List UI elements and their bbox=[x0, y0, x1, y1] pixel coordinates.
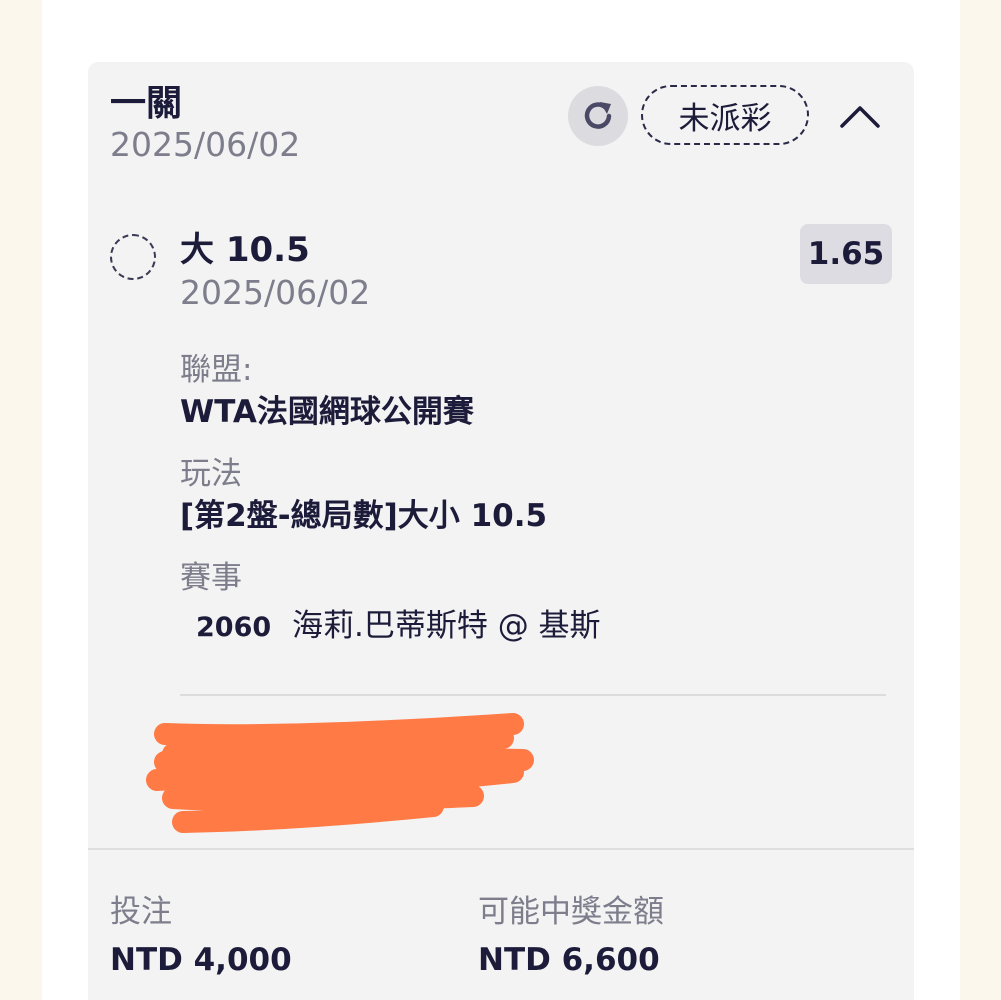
payout-label: 可能中獎金額 bbox=[478, 894, 664, 930]
league-value: WTA法國網球公開賽 bbox=[180, 394, 474, 430]
selection-radio[interactable] bbox=[110, 234, 156, 280]
selection-date: 2025/06/02 bbox=[180, 273, 371, 312]
payout-value: NTD 6,600 bbox=[478, 942, 660, 978]
selection-name: 大 10.5 bbox=[180, 230, 310, 270]
event-id: 2060 bbox=[196, 612, 272, 643]
play-label: 玩法 bbox=[180, 456, 242, 492]
event-label: 賽事 bbox=[180, 560, 242, 596]
divider bbox=[180, 694, 886, 696]
bet-card: 一關 2025/06/02 未派彩 大 10.5 2025/06/02 1.65… bbox=[88, 62, 914, 1000]
footer-divider bbox=[88, 848, 914, 850]
play-value: [第2盤-總局數]大小 10.5 bbox=[180, 498, 548, 534]
status-badge: 未派彩 bbox=[641, 85, 809, 145]
bet-date: 2025/06/02 bbox=[110, 125, 301, 164]
odds-badge: 1.65 bbox=[800, 224, 892, 284]
refresh-icon bbox=[584, 102, 612, 129]
collapse-button[interactable] bbox=[836, 94, 884, 138]
stake-label: 投注 bbox=[110, 894, 172, 930]
chevron-up-icon bbox=[840, 106, 880, 128]
bet-type-title: 一關 bbox=[110, 83, 183, 124]
refresh-button[interactable] bbox=[568, 86, 628, 146]
stake-value: NTD 4,000 bbox=[110, 942, 292, 978]
redaction-scribble bbox=[146, 713, 534, 833]
league-label: 聯盟: bbox=[180, 352, 253, 388]
event-name: 海莉.巴蒂斯特 @ 基斯 bbox=[292, 608, 601, 644]
